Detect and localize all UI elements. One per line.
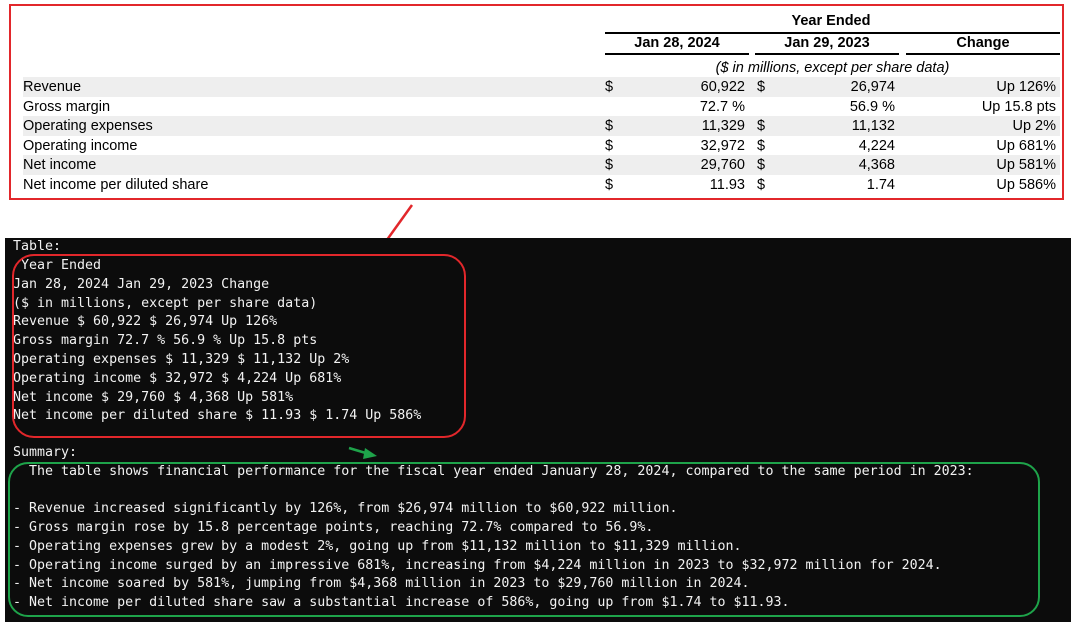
table-highlight-ring [12, 254, 466, 438]
summary-heading: Summary: [13, 445, 78, 460]
terminal-output: Table: Year Ended Jan 28, 2024 Jan 29, 20… [5, 238, 1071, 622]
green-arrow-icon [348, 446, 377, 459]
summary-highlight-ring [8, 462, 1040, 617]
